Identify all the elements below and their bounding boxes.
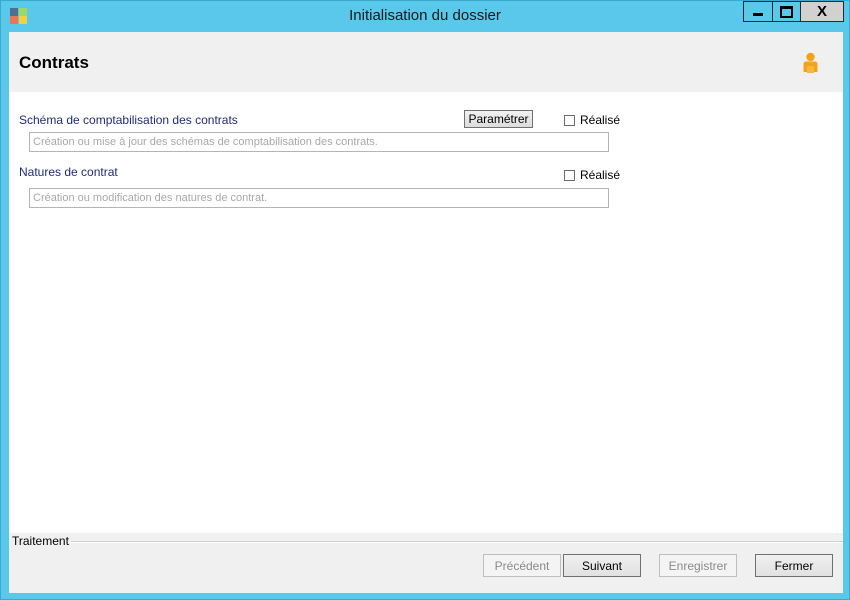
group-label: Traitement [12, 534, 71, 548]
close-icon: X [816, 3, 827, 20]
page-title: Contrats [19, 53, 89, 72]
maximize-icon [780, 5, 793, 18]
done-label: Réalisé [580, 168, 621, 182]
minimize-button[interactable] [743, 1, 772, 22]
user-icon [803, 52, 818, 73]
minimize-icon [753, 13, 763, 16]
client-area: Contrats Schéma de comptabilisation des … [9, 32, 843, 593]
section-label-contract-types: Natures de contrat [19, 165, 118, 179]
save-button[interactable]: Enregistrer [659, 554, 737, 577]
checkbox-box[interactable] [564, 169, 575, 181]
app-window: Initialisation du dossier X Contrats Sch… [0, 0, 850, 600]
done-checkbox-contract-types[interactable]: Réalisé [564, 168, 620, 182]
group-divider [64, 541, 843, 543]
close-button[interactable]: Fermer [755, 554, 833, 577]
done-checkbox-accounting-schemes[interactable]: Réalisé [564, 113, 620, 127]
description-field-contract-types: Création ou modification des natures de … [29, 188, 609, 208]
window-title: Initialisation du dossier [349, 7, 501, 24]
title-bar[interactable]: Initialisation du dossier X [1, 1, 849, 31]
next-button[interactable]: Suivant [563, 554, 641, 577]
done-label: Réalisé [580, 113, 621, 127]
previous-button[interactable]: Précédent [483, 554, 561, 577]
configure-button[interactable]: Paramétrer [464, 110, 533, 128]
close-window-button[interactable]: X [800, 1, 844, 22]
description-field-accounting-schemes: Création ou mise à jour des schémas de c… [29, 132, 609, 152]
maximize-button[interactable] [772, 1, 800, 22]
checkbox-box[interactable] [564, 114, 575, 126]
section-label-accounting-schemes: Schéma de comptabilisation des contrats [19, 113, 238, 127]
page-header: Contrats [9, 32, 843, 92]
footer-panel: Traitement Précédent Suivant Enregistrer… [9, 533, 843, 593]
